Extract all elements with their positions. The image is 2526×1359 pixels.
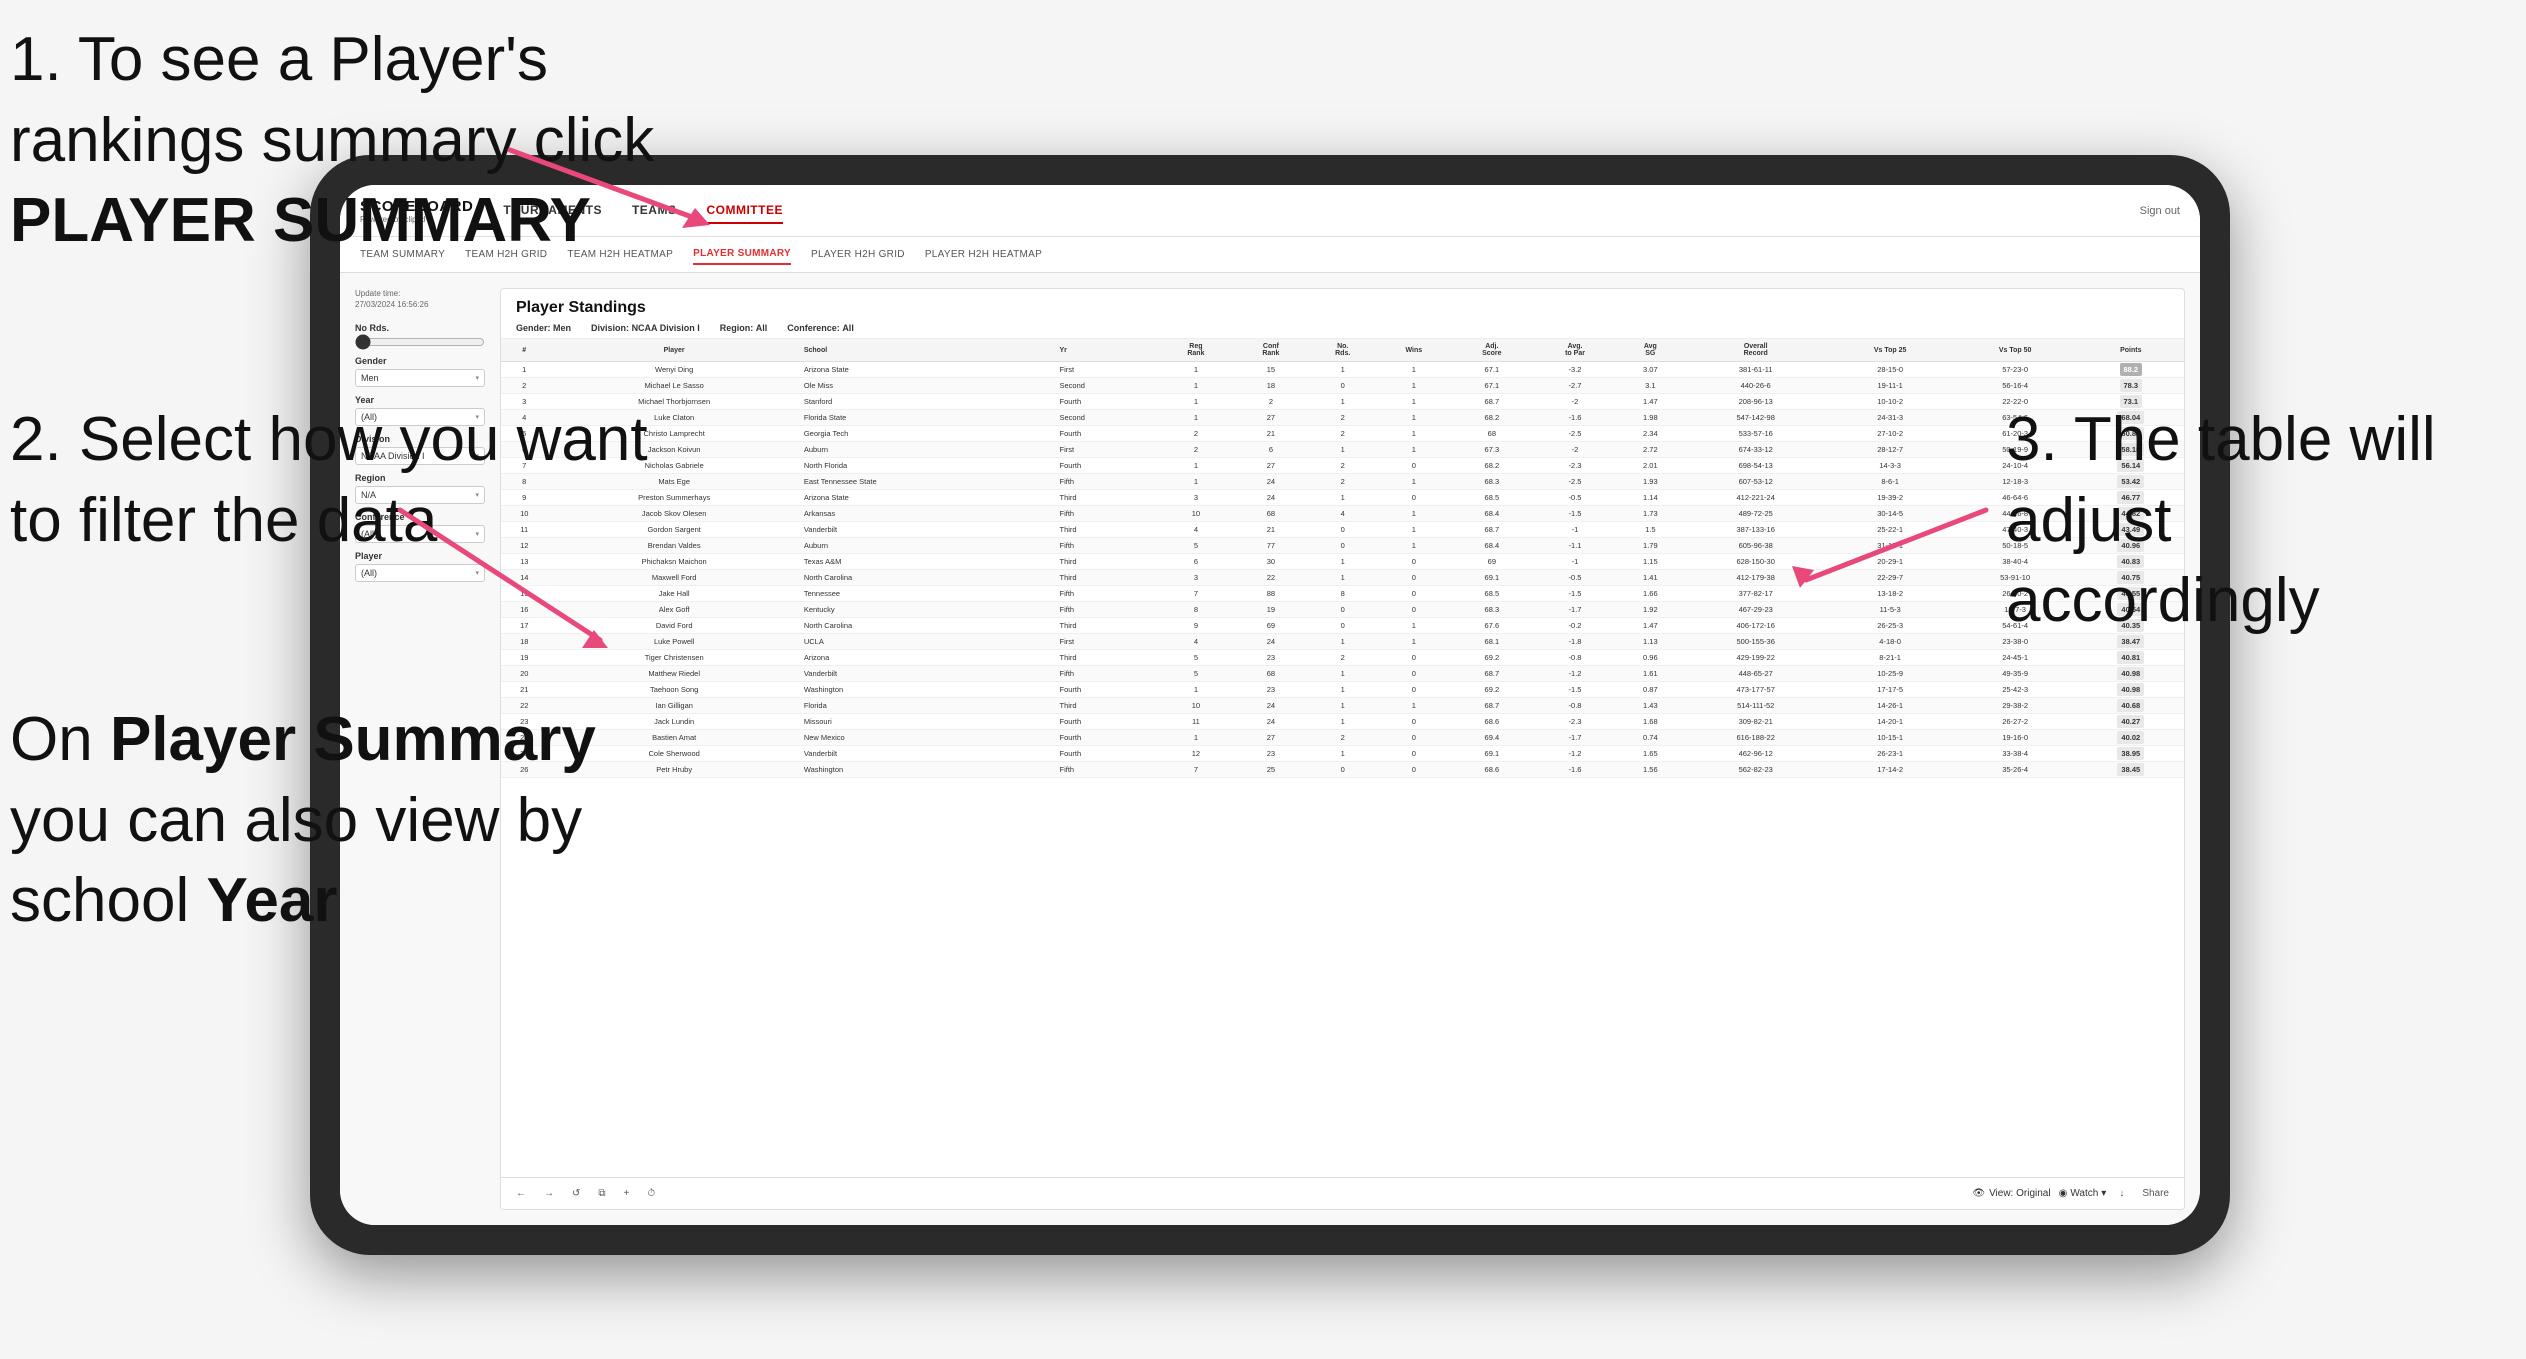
clock-button[interactable]: ⏱ [642, 1186, 660, 1201]
bottom-toolbar: ← → ↺ ⧉ + ⏱ 👁 View: Original ◉ [501, 1177, 2184, 1209]
view-original-icon: 👁 [1972, 1188, 1985, 1199]
table-row: 1 Wenyi Ding Arizona State First 1 15 1 … [501, 362, 2184, 378]
subnav-player-h2h-grid[interactable]: PLAYER H2H GRID [811, 245, 905, 264]
rds-slider-control [355, 336, 485, 348]
standings-filter-row: Gender: Men Division: NCAA Division I Re… [516, 323, 2169, 333]
table-row: 12 Brendan Valdes Auburn Fifth 5 77 0 1 … [501, 538, 2184, 554]
standings-header: Player Standings Gender: Men Division: N… [501, 289, 2184, 339]
step2-title: 2. Select how you want to filter the dat… [10, 405, 648, 555]
table-row: 17 David Ford North Carolina Third 9 69 … [501, 618, 2184, 634]
division-filter-label: Division: NCAA Division I [591, 323, 700, 333]
share-button[interactable]: Share [2137, 1186, 2174, 1201]
subnav-player-h2h-heatmap[interactable]: PLAYER H2H HEATMAP [925, 245, 1042, 264]
table-row: 2 Michael Le Sasso Ole Miss Second 1 18 … [501, 378, 2184, 394]
col-reg-rank: RegRank [1158, 339, 1233, 362]
table-row: 21 Taehoon Song Washington Fourth 1 23 1… [501, 682, 2184, 698]
table-row: 22 Ian Gilligan Florida Third 10 24 1 1 … [501, 698, 2184, 714]
standings-table: # Player School Yr RegRank ConfRank No.R… [501, 339, 2184, 778]
standings-table-wrapper: # Player School Yr RegRank ConfRank No.R… [501, 339, 2184, 1177]
col-school: School [801, 339, 1057, 362]
player-dropdown[interactable]: (All) ▾ [355, 564, 485, 582]
col-points: Points [2078, 339, 2184, 362]
step1-bold: PLAYER SUMMARY [10, 186, 591, 255]
instruction-step2-extra: On Player Summary you can also view by s… [10, 700, 690, 942]
table-row: 4 Luke Claton Florida State Second 1 27 … [501, 410, 2184, 426]
col-adj-score: Adj.Score [1451, 339, 1534, 362]
table-row: 6 Jackson Koivun Auburn First 2 6 1 1 67… [501, 442, 2184, 458]
table-row: 24 Bastien Amat New Mexico Fourth 1 27 2… [501, 730, 2184, 746]
toolbar-left: ← → ↺ ⧉ + ⏱ [511, 1186, 660, 1201]
table-row: 18 Luke Powell UCLA First 4 24 1 1 68.1 … [501, 634, 2184, 650]
instruction-step2: 2. Select how you want to filter the dat… [10, 400, 680, 561]
table-row: 8 Mats Ege East Tennessee State Fifth 1 … [501, 474, 2184, 490]
header-right: Sign out [2140, 205, 2180, 217]
table-header-row: # Player School Yr RegRank ConfRank No.R… [501, 339, 2184, 362]
table-row: 11 Gordon Sargent Vanderbilt Third 4 21 … [501, 522, 2184, 538]
step1-text: 1. To see a Player's rankings summary cl… [10, 25, 654, 175]
no-rds-label: No Rds. [355, 323, 485, 333]
col-wins: Wins [1377, 339, 1451, 362]
table-row: 5 Christo Lamprecht Georgia Tech Fourth … [501, 426, 2184, 442]
conference-filter-label: Conference: All [787, 323, 854, 333]
col-conf-rank: ConfRank [1233, 339, 1308, 362]
download-button[interactable]: ↓ [2114, 1186, 2129, 1201]
view-original-button[interactable]: 👁 View: Original [1972, 1188, 2050, 1199]
col-vs-top50: Vs Top 50 [1953, 339, 2078, 362]
forward-button[interactable]: → [539, 1186, 559, 1201]
rds-slider[interactable] [355, 336, 485, 348]
table-row: 3 Michael Thorbjornsen Stanford Fourth 1… [501, 394, 2184, 410]
region-filter-label: Region: All [720, 323, 768, 333]
sign-out-link[interactable]: Sign out [2140, 205, 2180, 217]
table-row: 7 Nicholas Gabriele North Florida Fourth… [501, 458, 2184, 474]
eye-icon: ◉ [2059, 1188, 2068, 1199]
gender-filter: Gender Men ▾ [355, 356, 485, 387]
no-rds-filter: No Rds. [355, 323, 485, 348]
gender-filter-label: Gender: Men [516, 323, 571, 333]
col-rank: # [501, 339, 548, 362]
table-row: 19 Tiger Christensen Arizona Third 5 23 … [501, 650, 2184, 666]
toolbar-right: 👁 View: Original ◉ Watch ▾ ↓ Share [1972, 1186, 2174, 1201]
col-vs-top25: Vs Top 25 [1828, 339, 1953, 362]
instruction-step1: 1. To see a Player's rankings summary cl… [10, 20, 770, 262]
table-row: 26 Petr Hruby Washington Fifth 7 25 0 0 … [501, 762, 2184, 778]
watch-chevron: ▾ [2101, 1188, 2106, 1199]
back-button[interactable]: ← [511, 1186, 531, 1201]
copy-button[interactable]: ⧉ [593, 1186, 610, 1201]
table-row: 25 Cole Sherwood Vanderbilt Fourth 12 23… [501, 746, 2184, 762]
table-row: 20 Matthew Riedel Vanderbilt Fifth 5 68 … [501, 666, 2184, 682]
standings-panel: Player Standings Gender: Men Division: N… [500, 288, 2185, 1210]
col-avg-sg: AvgSG [1617, 339, 1684, 362]
add-button[interactable]: + [619, 1186, 635, 1201]
update-time: Update time: 27/03/2024 16:56:26 [355, 288, 485, 310]
standings-title: Player Standings [516, 299, 2169, 317]
table-row: 14 Maxwell Ford North Carolina Third 3 2… [501, 570, 2184, 586]
chevron-down-icon: ▾ [475, 374, 479, 382]
table-row: 15 Jake Hall Tennessee Fifth 7 88 8 0 68… [501, 586, 2184, 602]
gender-dropdown[interactable]: Men ▾ [355, 369, 485, 387]
table-row: 10 Jacob Skov Olesen Arkansas Fifth 10 6… [501, 506, 2184, 522]
col-player: Player [548, 339, 801, 362]
col-yr: Yr [1056, 339, 1158, 362]
col-to-par: Avg.to Par [1533, 339, 1617, 362]
instruction-step3: 3. The table will adjust accordingly [2006, 400, 2496, 642]
gender-label: Gender [355, 356, 485, 366]
col-record: OverallRecord [1684, 339, 1828, 362]
watch-button[interactable]: ◉ Watch ▾ [2059, 1188, 2107, 1199]
table-row: 23 Jack Lundin Missouri Fourth 11 24 1 0… [501, 714, 2184, 730]
table-row: 9 Preston Summerhays Arizona State Third… [501, 490, 2184, 506]
chevron-down-icon-player: ▾ [475, 569, 479, 577]
col-no-rds: No.Rds. [1308, 339, 1377, 362]
table-row: 13 Phichaksn Maichon Texas A&M Third 6 3… [501, 554, 2184, 570]
refresh-button[interactable]: ↺ [567, 1186, 585, 1201]
table-row: 16 Alex Goff Kentucky Fifth 8 19 0 0 68.… [501, 602, 2184, 618]
